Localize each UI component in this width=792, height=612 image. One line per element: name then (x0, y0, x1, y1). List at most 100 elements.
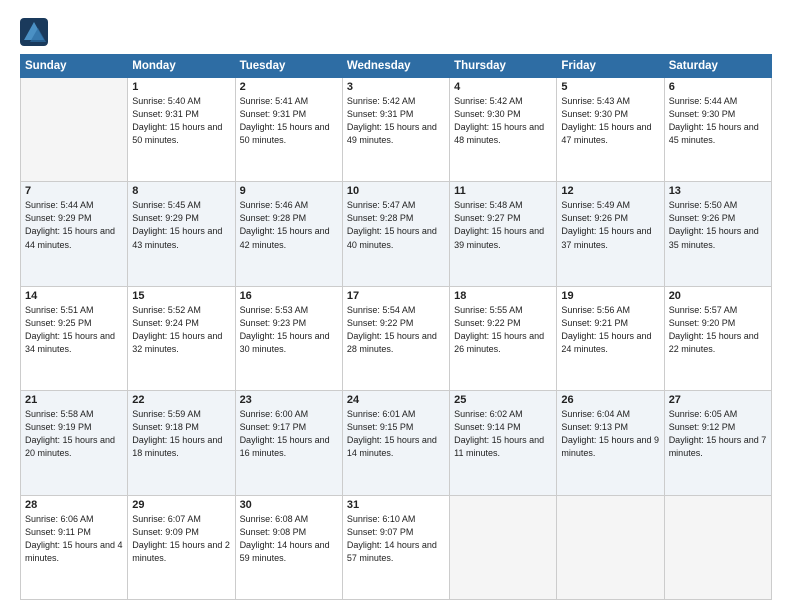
column-header-saturday: Saturday (664, 55, 771, 78)
column-header-thursday: Thursday (450, 55, 557, 78)
calendar-cell: 28 Sunrise: 6:06 AM Sunset: 9:11 PM Dayli… (21, 495, 128, 599)
cell-content: Sunrise: 5:55 AM Sunset: 9:22 PM Dayligh… (454, 304, 552, 356)
day-number: 31 (347, 499, 445, 511)
cell-content: Sunrise: 5:44 AM Sunset: 9:30 PM Dayligh… (669, 95, 767, 147)
page: SundayMondayTuesdayWednesdayThursdayFrid… (0, 0, 792, 612)
day-number: 3 (347, 81, 445, 93)
calendar-header-row: SundayMondayTuesdayWednesdayThursdayFrid… (21, 55, 772, 78)
calendar-cell (21, 78, 128, 182)
calendar-cell (557, 495, 664, 599)
cell-content: Sunrise: 5:45 AM Sunset: 9:29 PM Dayligh… (132, 199, 230, 251)
cell-content: Sunrise: 5:57 AM Sunset: 9:20 PM Dayligh… (669, 304, 767, 356)
calendar-cell: 26 Sunrise: 6:04 AM Sunset: 9:13 PM Dayli… (557, 391, 664, 495)
logo (20, 18, 52, 46)
calendar-week-row: 1Sunrise: 5:40 AM Sunset: 9:31 PM Daylig… (21, 78, 772, 182)
calendar-cell: 22 Sunrise: 5:59 AM Sunset: 9:18 PM Dayli… (128, 391, 235, 495)
calendar-cell: 10 Sunrise: 5:47 AM Sunset: 9:28 PM Dayli… (342, 182, 449, 286)
calendar-cell: 9 Sunrise: 5:46 AM Sunset: 9:28 PM Daylig… (235, 182, 342, 286)
cell-content: Sunrise: 5:53 AM Sunset: 9:23 PM Dayligh… (240, 304, 338, 356)
calendar-cell: 18 Sunrise: 5:55 AM Sunset: 9:22 PM Dayli… (450, 286, 557, 390)
cell-content: Sunrise: 5:48 AM Sunset: 9:27 PM Dayligh… (454, 199, 552, 251)
column-header-monday: Monday (128, 55, 235, 78)
day-number: 16 (240, 290, 338, 302)
cell-content: Sunrise: 6:02 AM Sunset: 9:14 PM Dayligh… (454, 408, 552, 460)
day-number: 8 (132, 185, 230, 197)
day-number: 22 (132, 394, 230, 406)
cell-content: Sunrise: 5:47 AM Sunset: 9:28 PM Dayligh… (347, 199, 445, 251)
day-number: 5 (561, 81, 659, 93)
day-number: 15 (132, 290, 230, 302)
calendar-cell: 15 Sunrise: 5:52 AM Sunset: 9:24 PM Dayli… (128, 286, 235, 390)
column-header-friday: Friday (557, 55, 664, 78)
cell-content: Sunrise: 5:58 AM Sunset: 9:19 PM Dayligh… (25, 408, 123, 460)
cell-content: Sunrise: 5:56 AM Sunset: 9:21 PM Dayligh… (561, 304, 659, 356)
day-number: 2 (240, 81, 338, 93)
calendar-cell: 11 Sunrise: 5:48 AM Sunset: 9:27 PM Dayli… (450, 182, 557, 286)
calendar-cell: 4 Sunrise: 5:42 AM Sunset: 9:30 PM Daylig… (450, 78, 557, 182)
day-number: 24 (347, 394, 445, 406)
calendar-cell: 14 Sunrise: 5:51 AM Sunset: 9:25 PM Dayli… (21, 286, 128, 390)
cell-content: Sunrise: 6:00 AM Sunset: 9:17 PM Dayligh… (240, 408, 338, 460)
cell-content: Sunrise: 6:07 AM Sunset: 9:09 PM Dayligh… (132, 513, 230, 565)
day-number: 23 (240, 394, 338, 406)
day-number: 29 (132, 499, 230, 511)
cell-content: Sunrise: 5:40 AM Sunset: 9:31 PM Dayligh… (132, 95, 230, 147)
cell-content: Sunrise: 5:59 AM Sunset: 9:18 PM Dayligh… (132, 408, 230, 460)
calendar-cell: 19 Sunrise: 5:56 AM Sunset: 9:21 PM Dayli… (557, 286, 664, 390)
day-number: 10 (347, 185, 445, 197)
day-number: 18 (454, 290, 552, 302)
day-number: 12 (561, 185, 659, 197)
calendar-cell: 13 Sunrise: 5:50 AM Sunset: 9:26 PM Dayli… (664, 182, 771, 286)
calendar-cell (450, 495, 557, 599)
column-header-wednesday: Wednesday (342, 55, 449, 78)
day-number: 14 (25, 290, 123, 302)
cell-content: Sunrise: 5:41 AM Sunset: 9:31 PM Dayligh… (240, 95, 338, 147)
cell-content: Sunrise: 5:51 AM Sunset: 9:25 PM Dayligh… (25, 304, 123, 356)
cell-content: Sunrise: 5:44 AM Sunset: 9:29 PM Dayligh… (25, 199, 123, 251)
calendar-cell (664, 495, 771, 599)
calendar-cell: 20 Sunrise: 5:57 AM Sunset: 9:20 PM Dayli… (664, 286, 771, 390)
cell-content: Sunrise: 6:05 AM Sunset: 9:12 PM Dayligh… (669, 408, 767, 460)
day-number: 4 (454, 81, 552, 93)
calendar-cell: 6 Sunrise: 5:44 AM Sunset: 9:30 PM Daylig… (664, 78, 771, 182)
day-number: 26 (561, 394, 659, 406)
calendar-cell: 29 Sunrise: 6:07 AM Sunset: 9:09 PM Dayli… (128, 495, 235, 599)
cell-content: Sunrise: 5:54 AM Sunset: 9:22 PM Dayligh… (347, 304, 445, 356)
calendar-cell: 3 Sunrise: 5:42 AM Sunset: 9:31 PM Daylig… (342, 78, 449, 182)
day-number: 28 (25, 499, 123, 511)
cell-content: Sunrise: 5:49 AM Sunset: 9:26 PM Dayligh… (561, 199, 659, 251)
calendar-cell: 17 Sunrise: 5:54 AM Sunset: 9:22 PM Dayli… (342, 286, 449, 390)
calendar-table: SundayMondayTuesdayWednesdayThursdayFrid… (20, 54, 772, 600)
cell-content: Sunrise: 6:04 AM Sunset: 9:13 PM Dayligh… (561, 408, 659, 460)
calendar-cell: 1Sunrise: 5:40 AM Sunset: 9:31 PM Daylig… (128, 78, 235, 182)
day-number: 11 (454, 185, 552, 197)
cell-content: Sunrise: 5:42 AM Sunset: 9:30 PM Dayligh… (454, 95, 552, 147)
day-number: 30 (240, 499, 338, 511)
calendar-week-row: 21 Sunrise: 5:58 AM Sunset: 9:19 PM Dayli… (21, 391, 772, 495)
calendar-week-row: 28 Sunrise: 6:06 AM Sunset: 9:11 PM Dayli… (21, 495, 772, 599)
cell-content: Sunrise: 6:08 AM Sunset: 9:08 PM Dayligh… (240, 513, 338, 565)
header (20, 18, 772, 46)
day-number: 9 (240, 185, 338, 197)
cell-content: Sunrise: 6:06 AM Sunset: 9:11 PM Dayligh… (25, 513, 123, 565)
cell-content: Sunrise: 6:01 AM Sunset: 9:15 PM Dayligh… (347, 408, 445, 460)
cell-content: Sunrise: 5:43 AM Sunset: 9:30 PM Dayligh… (561, 95, 659, 147)
column-header-tuesday: Tuesday (235, 55, 342, 78)
calendar-cell: 27Sunrise: 6:05 AM Sunset: 9:12 PM Dayli… (664, 391, 771, 495)
cell-content: Sunrise: 5:42 AM Sunset: 9:31 PM Dayligh… (347, 95, 445, 147)
day-number: 21 (25, 394, 123, 406)
cell-content: Sunrise: 5:46 AM Sunset: 9:28 PM Dayligh… (240, 199, 338, 251)
calendar-cell: 30 Sunrise: 6:08 AM Sunset: 9:08 PM Dayli… (235, 495, 342, 599)
calendar-cell: 8 Sunrise: 5:45 AM Sunset: 9:29 PM Daylig… (128, 182, 235, 286)
calendar-cell: 16 Sunrise: 5:53 AM Sunset: 9:23 PM Dayli… (235, 286, 342, 390)
day-number: 20 (669, 290, 767, 302)
column-header-sunday: Sunday (21, 55, 128, 78)
calendar-cell: 12 Sunrise: 5:49 AM Sunset: 9:26 PM Dayli… (557, 182, 664, 286)
day-number: 17 (347, 290, 445, 302)
cell-content: Sunrise: 5:50 AM Sunset: 9:26 PM Dayligh… (669, 199, 767, 251)
calendar-cell: 2 Sunrise: 5:41 AM Sunset: 9:31 PM Daylig… (235, 78, 342, 182)
cell-content: Sunrise: 5:52 AM Sunset: 9:24 PM Dayligh… (132, 304, 230, 356)
day-number: 13 (669, 185, 767, 197)
day-number: 19 (561, 290, 659, 302)
day-number: 6 (669, 81, 767, 93)
